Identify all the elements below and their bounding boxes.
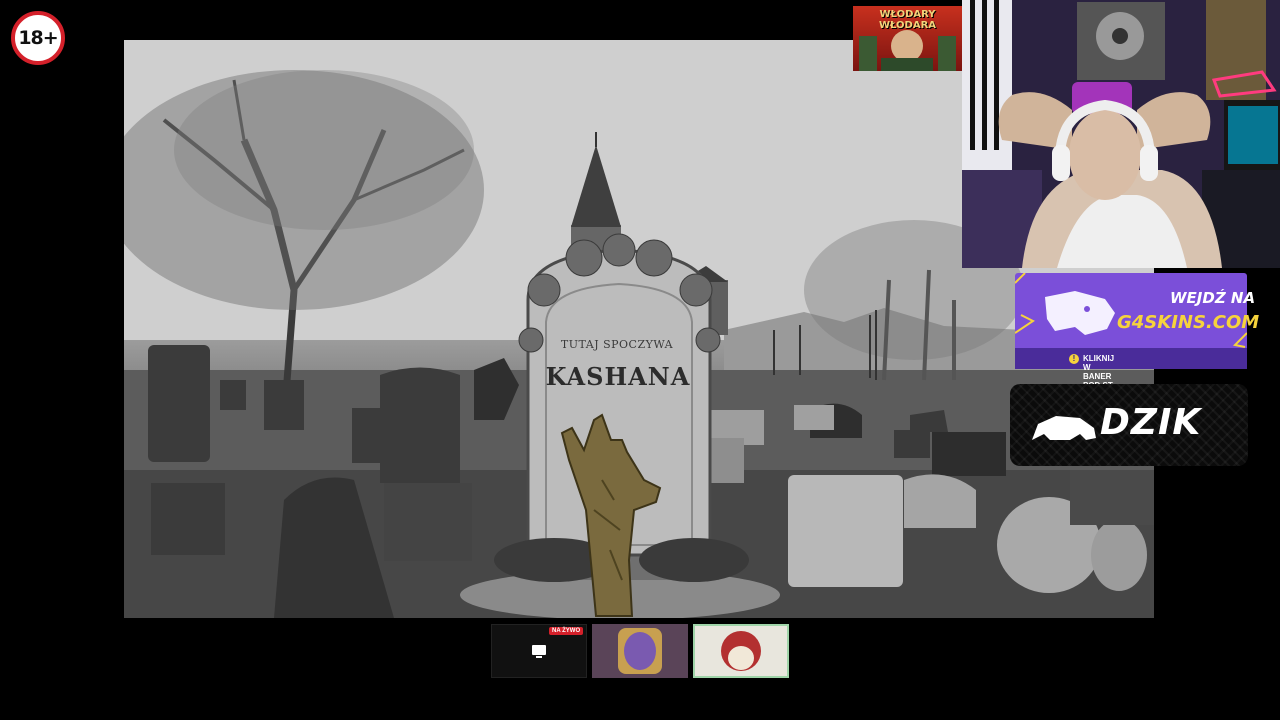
promo-banner-figure xyxy=(859,30,956,71)
promo-banner[interactable]: WŁODARY WŁODARA xyxy=(853,6,962,71)
tombstone-epitaph: TUTAJ SPOCZYWA xyxy=(560,338,674,351)
g4skins-domain[interactable]: G4SKINS.COM xyxy=(1117,312,1259,333)
dzik-brand: DZIK xyxy=(1100,402,1202,443)
avatar xyxy=(618,628,662,674)
webcam-scene xyxy=(962,0,1280,268)
g4skins-cta-bar[interactable] xyxy=(1015,348,1247,369)
participant-thumbnail-1[interactable] xyxy=(592,624,688,678)
g4skins-title: WEJDŹ NA xyxy=(1170,289,1256,307)
age-rating-badge: 18+ xyxy=(11,11,65,65)
tombstone-name: KASHANA xyxy=(545,362,691,391)
info-icon: ! xyxy=(1069,354,1079,364)
live-badge: NA ŻYWO xyxy=(549,627,584,635)
participant-thumbnail-2[interactable] xyxy=(693,624,789,678)
avatar xyxy=(721,631,761,671)
webcam-feed xyxy=(962,0,1280,268)
